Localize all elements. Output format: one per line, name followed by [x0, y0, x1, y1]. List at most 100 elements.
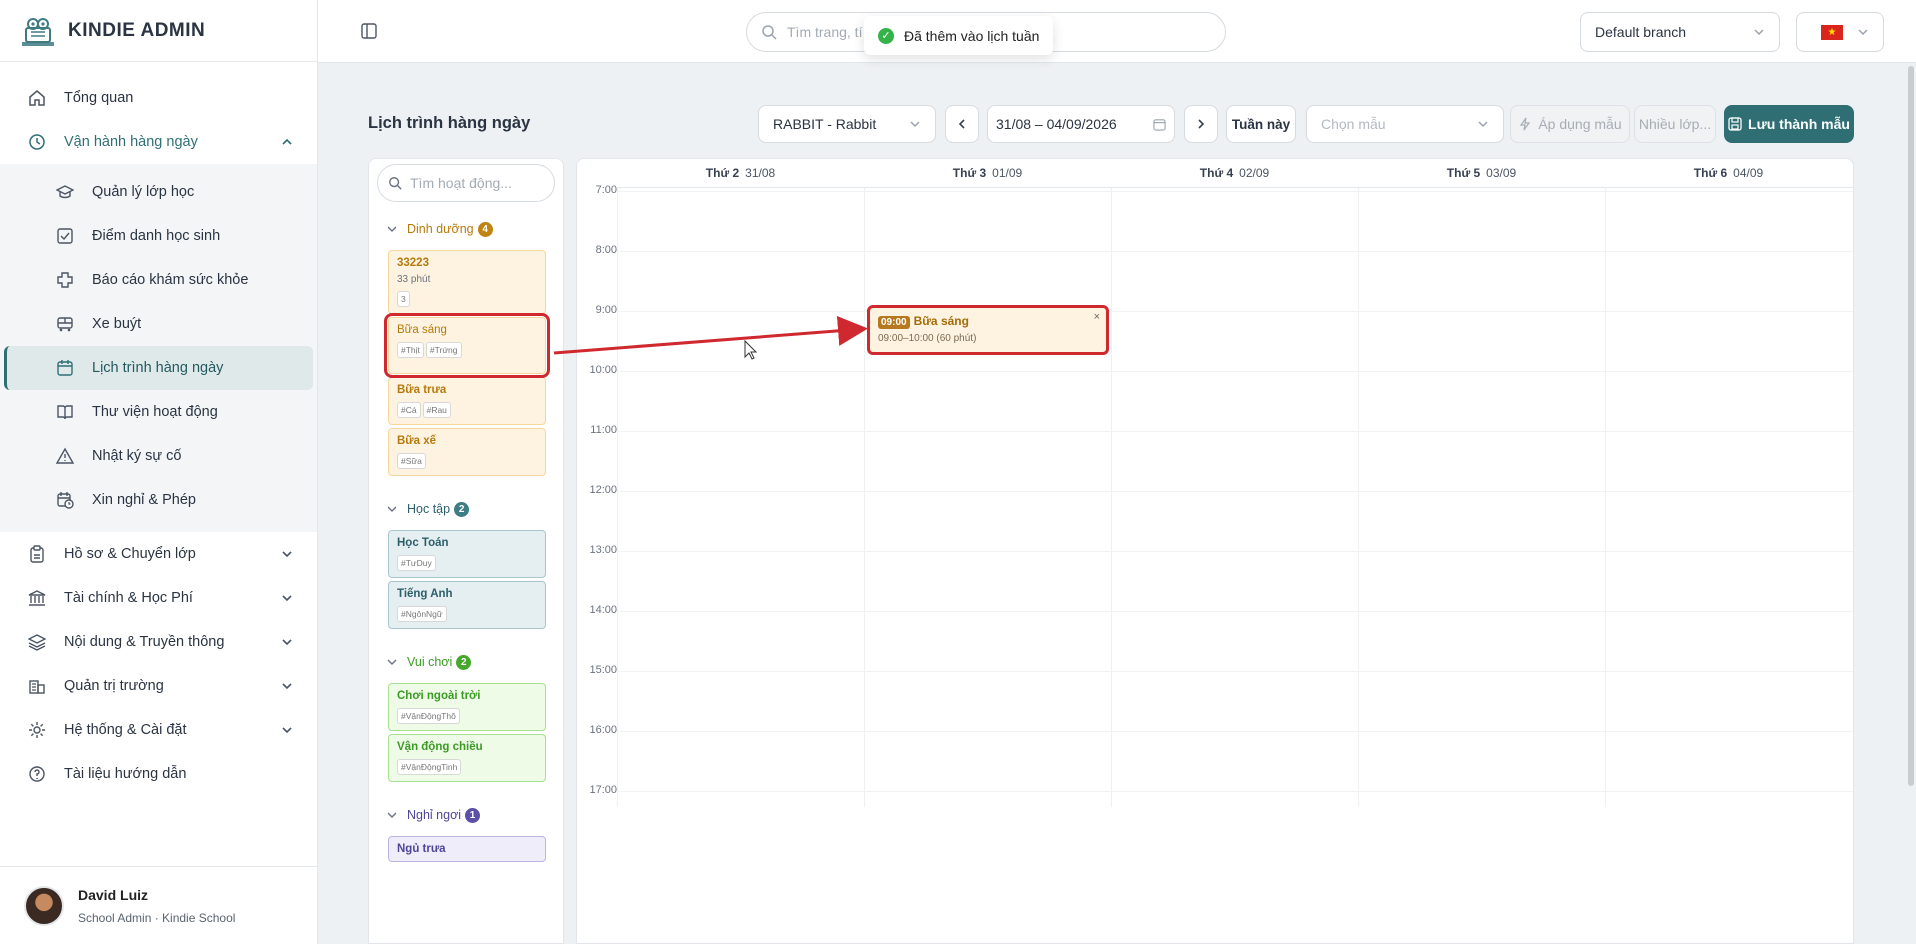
branch-select[interactable]: Default branch	[1580, 12, 1780, 52]
save-template-button[interactable]: Lưu thành mẫu	[1724, 105, 1854, 143]
apply-template-button[interactable]: Áp dụng mẫu	[1510, 105, 1630, 143]
activity-card[interactable]: Học Toán #TưDuy	[388, 530, 546, 578]
hour-label: 16:00	[589, 724, 617, 736]
activity-card[interactable]: Chơi ngoài trời #VậnĐộngThô	[388, 683, 546, 731]
bank-icon	[28, 589, 46, 607]
hour-grid-line	[617, 491, 1853, 492]
sidebar-item-content-media[interactable]: Nội dung & Truyền thông	[0, 620, 317, 664]
user-profile[interactable]: David Luiz School Admin · Kindie School	[0, 866, 318, 944]
hour-label: 11:00	[590, 424, 617, 436]
owl-logo-icon	[22, 17, 54, 46]
building-icon	[28, 677, 46, 695]
column-divider	[617, 187, 618, 807]
group-header-play[interactable]: Vui chơi 2	[387, 653, 563, 671]
hour-label: 8:00	[595, 244, 617, 256]
gear-icon	[28, 721, 46, 739]
sidebar-item-daily-schedule[interactable]: Lịch trình hàng ngày	[4, 346, 313, 390]
activity-title: Bữa xế	[397, 435, 437, 447]
day-date: 03/09	[1486, 166, 1517, 180]
hour-grid-line	[617, 431, 1853, 432]
next-week-button[interactable]	[1184, 105, 1218, 143]
activity-card[interactable]: Bữa trưa #Cá #Rau	[388, 377, 546, 425]
column-divider	[1358, 187, 1359, 807]
sidebar-item-school-admin[interactable]: Quản trị trường	[0, 664, 317, 708]
this-week-button[interactable]: Tuần này	[1226, 105, 1296, 143]
group-name: Nghỉ ngơi	[407, 808, 462, 822]
sidebar-item-label: Nội dung & Truyền thông	[64, 634, 225, 650]
hour-label: 14:00	[589, 604, 617, 616]
activity-card[interactable]: 33223 33 phút 3	[388, 250, 546, 314]
template-select[interactable]: Chọn mẫu	[1306, 105, 1504, 143]
sidebar-item-label: Vận hành hàng ngày	[64, 134, 198, 150]
group-name: Vui chơi	[407, 655, 453, 669]
group-header-learning[interactable]: Học tập 2	[387, 500, 563, 518]
sidebar-item-label: Báo cáo khám sức khỏe	[92, 272, 249, 288]
activity-tag: #Sữa	[397, 453, 426, 469]
lightning-icon	[1520, 117, 1531, 131]
multi-class-button[interactable]: Nhiều lớp...	[1634, 105, 1716, 143]
success-toast: ✓ Đã thêm vào lịch tuần	[864, 16, 1054, 55]
activity-card[interactable]: Vận động chiều #VậnĐộngTinh	[388, 734, 546, 782]
sidebar-item-label: Xe buýt	[92, 316, 142, 332]
sidebar-item-label: Quản lý lớp học	[92, 184, 195, 200]
activity-title: Học Toán	[397, 537, 449, 549]
day-header: Thứ 2 31/08	[617, 159, 864, 187]
sidebar-item-leave-requests[interactable]: Xin nghỉ & Phép	[4, 478, 313, 522]
sidebar-item-finance[interactable]: Tài chính & Học Phí	[0, 576, 317, 620]
activity-title: 33223	[397, 257, 429, 269]
sidebar-item-class-management[interactable]: Quản lý lớp học	[4, 170, 313, 214]
activity-search-input[interactable]: Tìm hoạt động...	[377, 164, 555, 202]
page-title: Lịch trình hàng ngày	[368, 114, 531, 132]
sidebar-item-overview[interactable]: Tổng quan	[0, 76, 317, 120]
group-header-rest[interactable]: Nghỉ ngơi 1	[387, 806, 563, 824]
day-header: Thứ 4 02/09	[1111, 159, 1358, 187]
activity-tag: #Cá	[397, 402, 421, 418]
sidebar-item-records-transfer[interactable]: Hồ sơ & Chuyển lớp	[0, 532, 317, 576]
previous-week-button[interactable]	[945, 105, 979, 143]
calendar-icon	[1153, 118, 1166, 131]
hour-label: 15:00	[589, 664, 617, 676]
page-scrollbar[interactable]	[1908, 66, 1914, 786]
sidebar-toggle-icon[interactable]	[360, 22, 378, 40]
sidebar-item-attendance[interactable]: Điểm danh học sinh	[4, 214, 313, 258]
activity-tag: #NgônNgữ	[397, 606, 447, 622]
class-select[interactable]: RABBIT - Rabbit	[758, 105, 936, 143]
hour-label: 12:00	[589, 484, 617, 496]
sidebar-item-activity-library[interactable]: Thư viện hoạt động	[4, 390, 313, 434]
brand[interactable]: KINDIE ADMIN	[0, 0, 317, 62]
sidebar-item-system-settings[interactable]: Hệ thống & Cài đặt	[0, 708, 317, 752]
activity-card[interactable]: Ngủ trưa	[388, 836, 546, 862]
health-cross-icon	[56, 271, 74, 289]
activity-card[interactable]: Bữa xế #Sữa	[388, 428, 546, 476]
close-icon[interactable]: ×	[1094, 311, 1100, 323]
date-range-picker[interactable]: 31/08 – 04/09/2026	[987, 105, 1175, 143]
search-placeholder: Tìm trang, tí	[787, 24, 863, 40]
group-header-nutrition[interactable]: Dinh dưỡng 4	[387, 220, 563, 238]
sidebar-item-daily-operations[interactable]: Vận hành hàng ngày	[0, 120, 317, 164]
sidebar-item-incident-log[interactable]: Nhật ký sự cố	[4, 434, 313, 478]
sidebar-item-label: Lịch trình hàng ngày	[92, 360, 224, 376]
sidebar-item-label: Quản trị trường	[64, 678, 164, 694]
bus-icon	[56, 315, 74, 333]
day-header: Thứ 5 03/09	[1358, 159, 1605, 187]
save-icon	[1728, 117, 1742, 131]
sidebar-item-documentation[interactable]: Tài liệu hướng dẫn	[0, 752, 317, 796]
day-name: Thứ 4	[1199, 166, 1234, 180]
topbar: Tìm trang, tí ✓ Đã thêm vào lịch tuần De…	[318, 0, 1916, 63]
activity-title: Bữa trưa	[397, 384, 447, 396]
save-template-label: Lưu thành mẫu	[1748, 116, 1850, 132]
scheduled-event[interactable]: 09:00 Bữa sáng 09:00–10:00 (60 phút) ×	[867, 305, 1109, 355]
sidebar-item-health-report[interactable]: Báo cáo khám sức khỏe	[4, 258, 313, 302]
activity-title: Bữa sáng	[397, 324, 447, 336]
hour-grid-line	[617, 731, 1853, 732]
sidebar-item-label: Hồ sơ & Chuyển lớp	[64, 546, 196, 562]
activity-palette: Tìm hoạt động... Dinh dưỡng 4 33223 33 p…	[368, 158, 564, 944]
activity-card-dragged[interactable]: Bữa sáng #Thịt #Trứng	[384, 313, 550, 378]
check-circle-icon: ✓	[878, 27, 894, 44]
sidebar-item-label: Thư viện hoạt động	[92, 404, 218, 420]
chevron-down-icon	[1478, 121, 1488, 128]
activity-card[interactable]: Tiếng Anh #NgônNgữ	[388, 581, 546, 629]
language-select[interactable]: ★	[1796, 12, 1884, 52]
daily-operations-submenu: Quản lý lớp học Điểm danh học sinh Báo c…	[0, 164, 317, 532]
sidebar-item-bus[interactable]: Xe buýt	[4, 302, 313, 346]
